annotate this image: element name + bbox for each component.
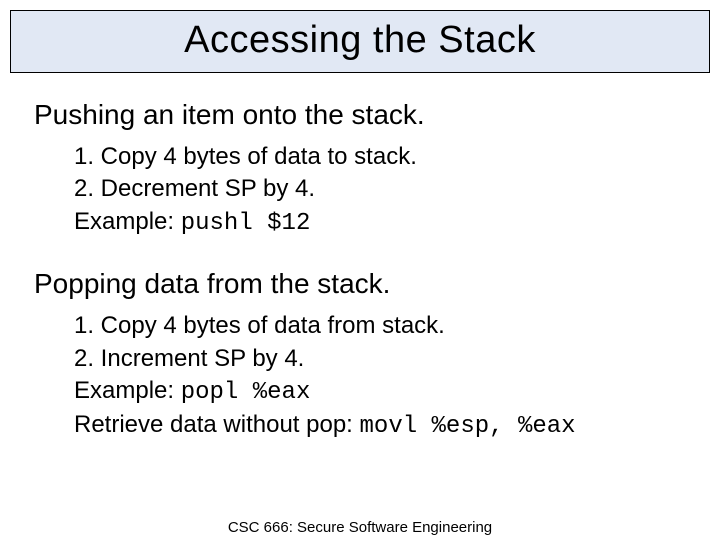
push-heading: Pushing an item onto the stack. xyxy=(34,99,686,131)
slide: Accessing the Stack Pushing an item onto… xyxy=(0,10,720,540)
pop-step-2: 2. Increment SP by 4. xyxy=(74,343,686,375)
slide-content: Pushing an item onto the stack. 1. Copy … xyxy=(0,73,720,444)
pop-steps: 1. Copy 4 bytes of data from stack. 2. I… xyxy=(74,310,686,444)
pop-example-label: Example: xyxy=(74,377,181,404)
pop-example-code: popl %eax xyxy=(181,379,311,406)
push-example: Example: pushl $12 xyxy=(74,206,686,240)
push-step-1: 1. Copy 4 bytes of data to stack. xyxy=(74,141,686,173)
push-example-label: Example: xyxy=(74,208,181,235)
slide-footer: CSC 666: Secure Software Engineering xyxy=(0,519,720,536)
slide-title: Accessing the Stack xyxy=(11,19,709,62)
pop-step-1: 1. Copy 4 bytes of data from stack. xyxy=(74,310,686,342)
push-step-2: 2. Decrement SP by 4. xyxy=(74,173,686,205)
title-bar: Accessing the Stack xyxy=(10,10,710,73)
pop-heading: Popping data from the stack. xyxy=(34,268,686,300)
pop-example: Example: popl %eax xyxy=(74,375,686,409)
push-steps: 1. Copy 4 bytes of data to stack. 2. Dec… xyxy=(74,141,686,240)
push-example-code: pushl $12 xyxy=(181,210,311,237)
pop-retrieve-code: movl %esp, %eax xyxy=(360,413,576,440)
pop-retrieve-label: Retrieve data without pop: xyxy=(74,411,360,438)
pop-retrieve: Retrieve data without pop: movl %esp, %e… xyxy=(74,409,686,443)
